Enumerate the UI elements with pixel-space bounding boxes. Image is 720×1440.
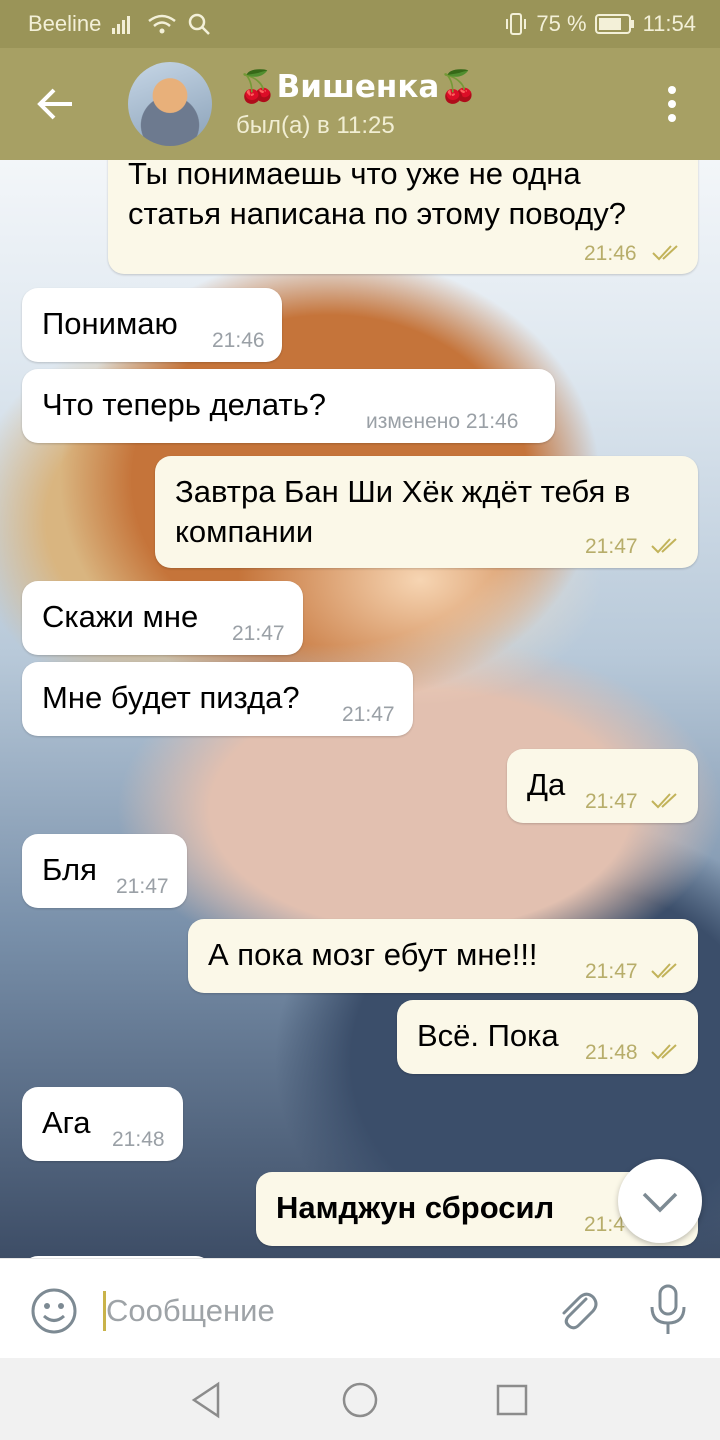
compose-bar: [0, 1258, 720, 1359]
mic-button[interactable]: [644, 1283, 692, 1337]
message-time: 21:47: [342, 703, 395, 726]
message-bubble[interactable]: Мне будет пизда? 21:47: [22, 662, 413, 736]
message-bubble[interactable]: Ага 21:48: [22, 1087, 183, 1161]
battery-percent: 75 %: [536, 11, 587, 36]
message-time: 21:47: [116, 875, 169, 898]
nav-back-button[interactable]: [186, 1380, 226, 1420]
more-button[interactable]: [652, 82, 692, 126]
scroll-down-button[interactable]: [618, 1159, 702, 1243]
message-text: Завтра Бан Ши Хёк ждёт тебя в компании: [175, 472, 630, 552]
message-bubble[interactable]: Понимаю 21:46: [22, 288, 282, 362]
message-text: Всё. Пока: [417, 1018, 559, 1053]
status-right: 75 % 11:54: [504, 11, 696, 37]
home-circle-icon: [342, 1382, 378, 1418]
message-text: Что теперь делать?: [42, 387, 327, 422]
message-text: Мне будет пизда?: [42, 680, 300, 715]
message-time: изменено 21:46: [366, 410, 519, 433]
read-ticks-icon: [651, 1044, 677, 1060]
message-bubble[interactable]: Что теперь делать? изменено 21:46: [22, 369, 555, 443]
message-time: 21:47: [585, 960, 638, 983]
attach-icon: [562, 1292, 598, 1330]
message-line: Завтра Бан Ши Хёк ждёт тебя в: [175, 474, 631, 509]
message-text: Бля: [42, 852, 97, 887]
recents-square-icon: [496, 1384, 528, 1416]
message-input[interactable]: [106, 1289, 526, 1333]
nav-recents-button[interactable]: [492, 1380, 532, 1420]
chevron-down-icon: [642, 1192, 678, 1213]
message-time: 21:48: [585, 1041, 638, 1064]
message-time: 21:47: [232, 622, 285, 645]
message-text: Ты понимаешь что уже не одна статья напи…: [128, 160, 626, 234]
cherry-icon: 🍒: [439, 69, 478, 105]
message-bubble[interactable]: А пока мозг ебут мне!!! 21:47: [188, 919, 698, 993]
battery-icon: [594, 14, 634, 34]
message-time: 21:47: [585, 535, 638, 558]
message-time: 21:47: [585, 790, 638, 813]
message-time: 21:46: [212, 329, 265, 352]
message-text: Да: [527, 767, 566, 802]
message-text: Скажи мне: [42, 599, 199, 634]
mic-icon: [650, 1284, 686, 1334]
chat-area[interactable]: Ты понимаешь что уже не одна статья напи…: [0, 160, 720, 1258]
message-text: А пока мозг ебут мне!!!: [208, 937, 538, 972]
message-bubble[interactable]: Бля 21:47: [22, 834, 187, 908]
back-triangle-icon: [191, 1381, 220, 1419]
message-time: 21:46: [584, 242, 637, 265]
message-time: 21:48: [112, 1128, 165, 1151]
signal-icon: [112, 16, 131, 34]
avatar[interactable]: [128, 62, 212, 146]
nav-home-button[interactable]: [340, 1380, 380, 1420]
message-bubble[interactable]: Всё. Пока 21:48: [397, 1000, 698, 1074]
message-text: Понимаю: [42, 306, 178, 341]
message-bubble[interactable]: Скажи мне 21:47: [22, 581, 303, 655]
message-line: статья написана по этому поводу?: [128, 196, 627, 231]
message-bubble[interactable]: Завтра Бан Ши Хёк ждёт тебя в компании 2…: [155, 456, 698, 568]
read-ticks-icon: [651, 538, 677, 554]
message-bubble[interactable]: Да 21:47: [507, 749, 698, 823]
read-ticks-icon: [652, 245, 678, 261]
system-nav-bar: [0, 1358, 720, 1440]
vibrate-icon: [506, 13, 527, 35]
chat-header: 🍒 Вишенка 🍒 был(а) в 11:25: [0, 48, 720, 160]
attach-button[interactable]: [552, 1285, 602, 1335]
more-vert-icon: [668, 86, 676, 122]
read-ticks-icon: [651, 793, 677, 809]
status-left: Beeline: [28, 11, 211, 37]
message-line: Ты понимаешь что уже не одна: [128, 160, 581, 191]
message-text: Намджун сбросил: [276, 1190, 555, 1225]
contact-name: Вишенка: [276, 68, 440, 105]
search-icon: [189, 13, 211, 35]
status-bar: Beeline 75 % 11:54: [0, 0, 720, 48]
clock: 11:54: [642, 11, 696, 36]
emoji-icon: [31, 1288, 77, 1334]
last-seen: был(а) в 11:25: [236, 112, 395, 139]
read-ticks-icon: [651, 963, 677, 979]
back-arrow-icon: [37, 88, 72, 120]
cherry-icon: 🍒: [238, 69, 277, 105]
emoji-button[interactable]: [30, 1287, 78, 1335]
message-line: компании: [175, 514, 314, 549]
chat-title[interactable]: 🍒 Вишенка 🍒: [238, 68, 478, 106]
message-bubble[interactable]: Ты понимаешь что уже не одна статья напи…: [108, 160, 698, 274]
message-text: Ага: [42, 1105, 91, 1140]
wifi-icon: [148, 14, 177, 34]
back-button[interactable]: [30, 80, 82, 128]
carrier-name: Beeline: [28, 11, 102, 36]
